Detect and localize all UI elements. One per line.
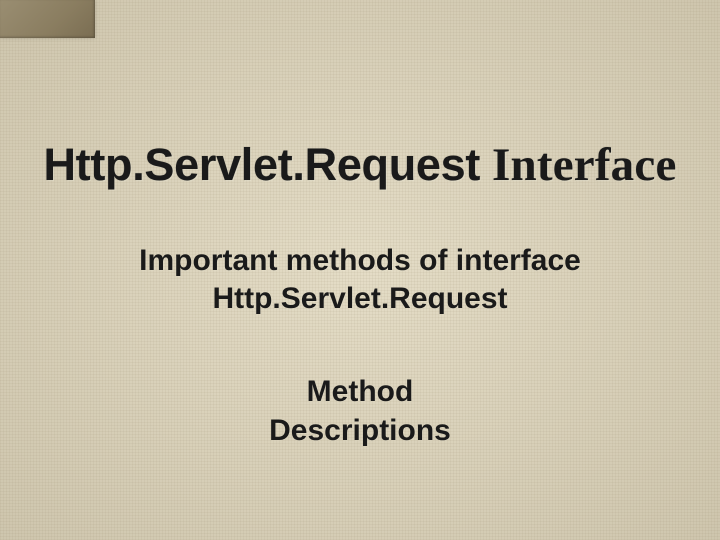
section-line-2: Descriptions bbox=[269, 414, 451, 447]
presentation-slide: Http.Servlet.Request Interface Important… bbox=[0, 0, 720, 540]
slide-subtitle: Important methods of interface Http.Serv… bbox=[0, 242, 720, 317]
subtitle-line-2: Http.Servlet.Request bbox=[212, 282, 507, 315]
title-serif-part: Interface bbox=[492, 139, 676, 191]
corner-decoration bbox=[0, 0, 95, 38]
slide-title: Http.Servlet.Request Interface bbox=[0, 138, 720, 192]
section-heading: Method Descriptions bbox=[0, 372, 720, 450]
subtitle-line-1: Important methods of interface bbox=[139, 244, 581, 277]
title-sans-part: Http.Servlet.Request bbox=[43, 139, 480, 190]
section-line-1: Method bbox=[307, 375, 414, 408]
